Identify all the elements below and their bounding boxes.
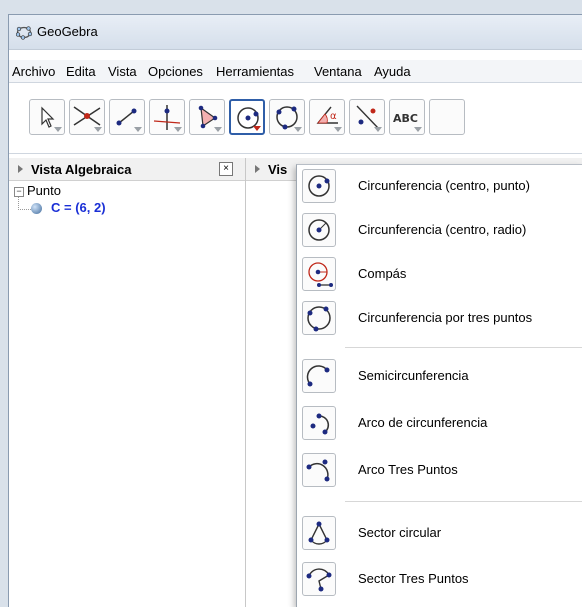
- collapse-arrow-icon[interactable]: [255, 165, 260, 173]
- perpendicular-tool-button[interactable]: [149, 99, 185, 135]
- dropdown-item-sector-three-points[interactable]: Sector Tres Puntos: [297, 558, 582, 602]
- dropdown-item-label: Compás: [358, 266, 407, 281]
- close-icon[interactable]: ×: [219, 162, 233, 176]
- circle-tools-dropdown: Circunferencia (centro, punto) Circunfer…: [296, 164, 582, 607]
- window-title: GeoGebra: [37, 24, 98, 39]
- graphics-view-title: Vis: [268, 162, 288, 177]
- intersect-tool-button[interactable]: [69, 99, 105, 135]
- dropdown-item-label: Sector Tres Puntos: [358, 571, 469, 586]
- dropdown-item-label: Arco Tres Puntos: [358, 462, 458, 477]
- svg-text:ABC: ABC: [393, 112, 418, 125]
- menu-ayuda[interactable]: Ayuda: [374, 64, 411, 79]
- circle-center-radius-icon: [302, 213, 336, 247]
- title-bar: GeoGebra: [9, 15, 582, 50]
- dropdown-item-arc-three-points[interactable]: Arco Tres Puntos: [297, 449, 582, 493]
- dropdown-item-label: Circunferencia (centro, radio): [358, 222, 527, 237]
- dropdown-item-semicircle[interactable]: Semicircunferencia: [297, 355, 582, 399]
- circle-three-points-icon: [302, 301, 336, 335]
- circular-arc-icon: [302, 406, 336, 440]
- menu-bar: Archivo Edita Vista Opciones Herramienta…: [9, 60, 582, 83]
- collapse-minus-icon[interactable]: −: [14, 187, 24, 197]
- menu-opciones[interactable]: Opciones: [148, 64, 203, 79]
- tree-connector: [18, 197, 31, 210]
- algebra-view-title: Vista Algebraica: [31, 162, 132, 177]
- dropdown-item-circular-arc[interactable]: Arco de circunferencia: [297, 402, 582, 446]
- menu-vista[interactable]: Vista: [108, 64, 137, 79]
- menu-archivo[interactable]: Archivo: [12, 64, 55, 79]
- sector-three-points-icon: [302, 562, 336, 596]
- dropdown-item-label: Circunferencia (centro, punto): [358, 178, 530, 193]
- dropdown-item-label: Arco de circunferencia: [358, 415, 488, 430]
- dropdown-item-compass[interactable]: Compás: [297, 253, 582, 297]
- visibility-ball-icon[interactable]: [31, 203, 42, 214]
- reflect-tool-button[interactable]: [349, 99, 385, 135]
- dropdown-separator: [345, 501, 582, 502]
- menu-herramientas[interactable]: Herramientas: [216, 64, 294, 79]
- text-tool-button[interactable]: ABC: [389, 99, 425, 135]
- circle-tool-button[interactable]: [229, 99, 265, 135]
- menu-edita[interactable]: Edita: [66, 64, 96, 79]
- algebra-view-header[interactable]: Vista Algebraica ×: [9, 158, 245, 181]
- dropdown-item-label: Semicircunferencia: [358, 368, 469, 383]
- arc-three-points-icon: [302, 453, 336, 487]
- toolbar: α ABC: [9, 87, 582, 154]
- dropdown-item-circle-three-points[interactable]: Circunferencia por tres puntos: [297, 297, 582, 341]
- dropdown-item-circle-center-radius[interactable]: Circunferencia (centro, radio): [297, 209, 582, 253]
- circular-sector-icon: [302, 516, 336, 550]
- circle-three-points-tool-button[interactable]: [269, 99, 305, 135]
- collapse-arrow-icon[interactable]: [18, 165, 23, 173]
- dropdown-item-circular-sector[interactable]: Sector circular: [297, 512, 582, 556]
- next-tool-button[interactable]: [429, 99, 465, 135]
- menu-ventana[interactable]: Ventana: [314, 64, 362, 79]
- dropdown-separator: [345, 347, 582, 348]
- compass-icon: [302, 257, 336, 291]
- polygon-tool-button[interactable]: [189, 99, 225, 135]
- dropdown-item-label: Circunferencia por tres puntos: [358, 310, 533, 325]
- panel-divider[interactable]: [245, 158, 246, 607]
- circle-center-point-icon: [302, 169, 336, 203]
- semicircle-icon: [302, 359, 336, 393]
- dropdown-item-circle-center-point[interactable]: Circunferencia (centro, punto): [297, 165, 582, 209]
- tree-group-label[interactable]: Punto: [27, 183, 61, 198]
- geogebra-logo-icon: [16, 26, 32, 40]
- svg-text:α: α: [330, 111, 337, 122]
- segment-tool-button[interactable]: [109, 99, 145, 135]
- move-tool-button[interactable]: [29, 99, 65, 135]
- dropdown-item-label: Sector circular: [358, 525, 442, 540]
- angle-tool-button[interactable]: α: [309, 99, 345, 135]
- algebra-object-point-c[interactable]: C = (6, 2): [51, 200, 106, 215]
